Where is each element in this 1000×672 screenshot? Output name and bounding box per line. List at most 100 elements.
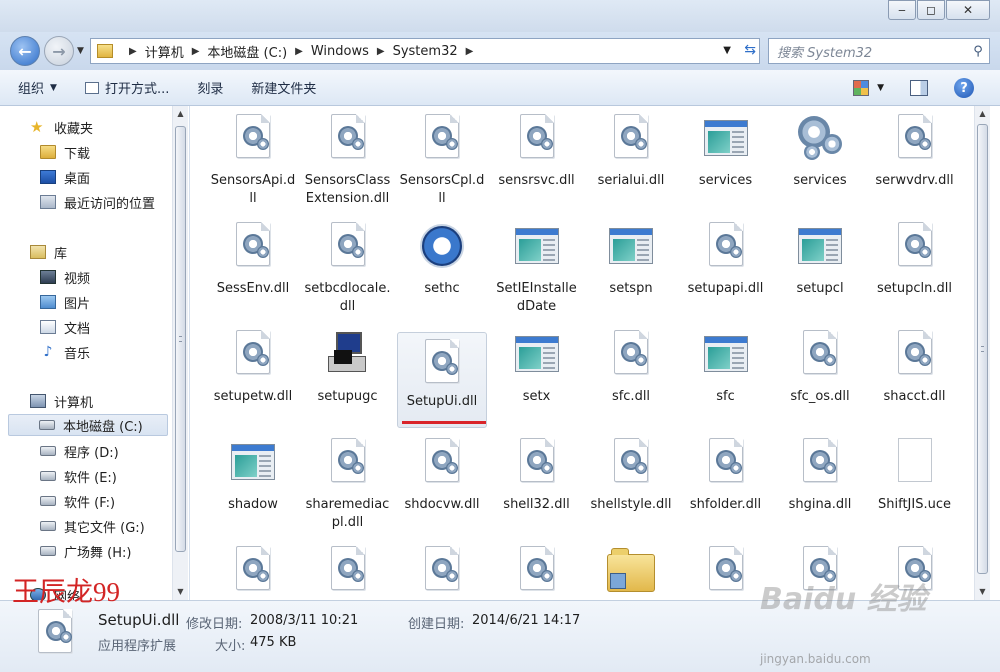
search-input[interactable]: 搜索 System32 [777, 42, 967, 61]
nav-recent-places[interactable]: 最近访问的位置 [40, 191, 155, 213]
scroll-thumb[interactable] [977, 124, 988, 574]
scroll-up-icon[interactable]: ▲ [173, 106, 188, 122]
file-item[interactable]: services [775, 108, 865, 216]
file-item[interactable]: shlwapi.dll [397, 540, 487, 600]
file-item[interactable]: setupugc [303, 324, 393, 432]
file-item[interactable]: shgina.dll [775, 432, 865, 540]
search-box[interactable]: 搜索 System32 ⚲ [768, 38, 990, 64]
file-name-label: shell32.dll [503, 497, 570, 512]
refresh-icon[interactable]: ⇆ [744, 42, 756, 58]
nav-drive-d[interactable]: 程序 (D:) [40, 440, 119, 462]
nav-scrollbar[interactable]: ▲ ▼ [172, 106, 188, 600]
file-item[interactable]: SensorsClassExtension.dll [303, 108, 393, 216]
file-item[interactable]: sharemediacpl.dll [303, 432, 393, 540]
file-item[interactable]: ShiftJIS.uce [870, 432, 960, 540]
nav-downloads[interactable]: 下载 [40, 141, 90, 163]
file-item[interactable]: shdocvw.dll [397, 432, 487, 540]
scroll-thumb[interactable] [175, 126, 186, 552]
nav-drive-e[interactable]: 软件 (E:) [40, 465, 117, 487]
help-icon[interactable]: ? [954, 78, 974, 98]
breadcrumb-windows[interactable]: Windows [311, 44, 369, 59]
nav-music[interactable]: ♪ 音乐 [40, 341, 90, 363]
breadcrumb-local-disk[interactable]: 本地磁盘 (C:) [207, 42, 287, 61]
nav-favorites[interactable]: ★ 收藏夹 [30, 116, 93, 138]
application-window-icon [513, 222, 561, 270]
search-icon[interactable]: ⚲ [967, 44, 989, 59]
title-bar: ‒ ◻ ✕ [0, 0, 1000, 32]
preview-pane-icon[interactable] [910, 80, 928, 96]
burn-button[interactable]: 刻录 [187, 75, 233, 101]
file-item[interactable]: shfolder.dll [681, 432, 771, 540]
file-item[interactable]: shpafact.dll [492, 540, 582, 600]
forward-button[interactable]: → [44, 36, 74, 66]
dll-file-icon [513, 546, 561, 594]
file-item[interactable]: setupcln.dll [870, 216, 960, 324]
file-item[interactable]: serialui.dll [586, 108, 676, 216]
file-item[interactable]: SensorsCpl.dll [397, 108, 487, 216]
file-item[interactable]: setx [492, 324, 582, 432]
scroll-down-icon[interactable]: ▼ [173, 584, 188, 600]
open-with-button[interactable]: 打开方式... [75, 75, 179, 101]
scroll-up-icon[interactable]: ▲ [975, 106, 990, 122]
file-item[interactable]: sethc [397, 216, 487, 324]
nav-documents[interactable]: 文档 [40, 316, 90, 338]
nav-pictures[interactable]: 图片 [40, 291, 90, 313]
file-item[interactable]: shadow [208, 432, 298, 540]
file-item[interactable]: sfc [681, 324, 771, 432]
file-item[interactable]: sensrsvc.dll [492, 108, 582, 216]
breadcrumb-computer[interactable]: 计算机 [145, 42, 184, 61]
address-bar[interactable]: ▶ 计算机 ▶ 本地磁盘 (C:) ▶ Windows ▶ System32 ▶… [90, 38, 760, 64]
file-name-label: shfolder.dll [689, 497, 762, 512]
new-folder-button[interactable]: 新建文件夹 [241, 75, 326, 101]
recent-pages-dropdown[interactable]: ▼ [77, 46, 84, 56]
maximize-button[interactable]: ◻ [917, 0, 945, 20]
minimize-button[interactable]: ‒ [888, 0, 916, 20]
breadcrumb-system32[interactable]: System32 [393, 44, 458, 59]
nav-drive-g[interactable]: 其它文件 (G:) [40, 515, 145, 537]
organize-button[interactable]: 组织 ▼ [8, 75, 67, 101]
nav-videos[interactable]: 视频 [40, 266, 90, 288]
chevron-right-icon[interactable]: ▶ [377, 46, 385, 57]
change-view-icon[interactable] [853, 80, 870, 96]
file-item[interactable]: shell32.dll [492, 432, 582, 540]
file-item[interactable]: SessEnv.dll [208, 216, 298, 324]
file-item[interactable]: shsetup.dll [681, 540, 771, 600]
dll-file-icon [229, 546, 277, 594]
file-item[interactable]: services [681, 108, 771, 216]
file-item[interactable]: SetupUi.dll [397, 332, 487, 428]
file-name-label: services [793, 173, 847, 188]
file-name-label: SetIEInstalledDate [496, 281, 577, 314]
close-button[interactable]: ✕ [946, 0, 990, 20]
back-button[interactable]: ← [10, 36, 40, 66]
nav-drive-h[interactable]: 广场舞 (H:) [40, 540, 131, 562]
file-item[interactable]: SensorsApi.dll [208, 108, 298, 216]
nav-desktop[interactable]: 桌面 [40, 166, 90, 188]
file-item[interactable]: setupetw.dll [208, 324, 298, 432]
file-item[interactable]: shimeng.dll [208, 540, 298, 600]
file-item[interactable]: shimgvw.dll [303, 540, 393, 600]
chevron-right-icon[interactable]: ▶ [466, 46, 474, 57]
file-item[interactable]: shellstyle.dll [586, 432, 676, 540]
nav-drive-c[interactable]: 本地磁盘 (C:) [8, 414, 168, 436]
chevron-right-icon[interactable]: ▶ [295, 46, 303, 57]
details-file-type: 应用程序扩展 [98, 639, 177, 654]
file-item[interactable]: shrpubw [586, 540, 676, 600]
chevron-right-icon[interactable]: ▶ [192, 46, 200, 57]
nav-libraries[interactable]: 库 [30, 241, 67, 263]
nav-computer[interactable]: 计算机 [30, 390, 93, 412]
file-list-scrollbar[interactable]: ▲ ▼ [974, 106, 990, 600]
scroll-down-icon[interactable]: ▼ [975, 584, 990, 600]
file-item[interactable]: sfc_os.dll [775, 324, 865, 432]
file-item[interactable]: setspn [586, 216, 676, 324]
file-item[interactable]: SetIEInstalledDate [492, 216, 582, 324]
file-item[interactable]: setupcl [775, 216, 865, 324]
file-item[interactable]: setbcdlocale.dll [303, 216, 393, 324]
nav-drive-f[interactable]: 软件 (F:) [40, 490, 115, 512]
file-item[interactable]: sfc.dll [586, 324, 676, 432]
view-options-dropdown-icon[interactable]: ▼ [877, 83, 884, 93]
file-item[interactable]: setupapi.dll [681, 216, 771, 324]
chevron-right-icon[interactable]: ▶ [129, 46, 137, 57]
file-item[interactable]: shacct.dll [870, 324, 960, 432]
file-item[interactable]: serwvdrv.dll [870, 108, 960, 216]
address-dropdown-icon[interactable]: ▼ [723, 45, 731, 56]
